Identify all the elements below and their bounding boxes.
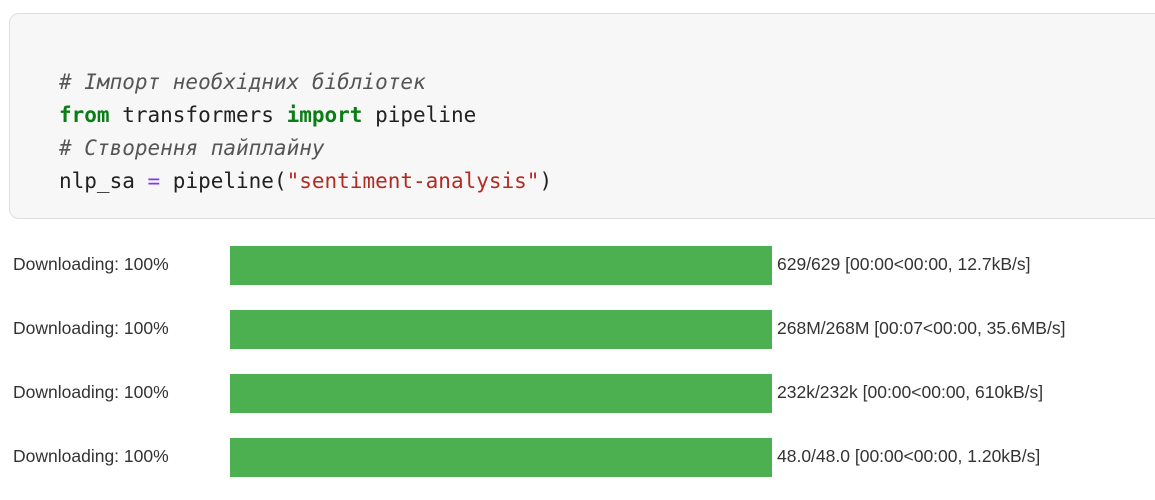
progress-bar-fill (230, 374, 772, 413)
download-status: 629/629 [00:00<00:00, 12.7kB/s] (777, 254, 1031, 274)
code-function-call: pipeline( (172, 169, 287, 193)
code-close-paren: ) (539, 169, 553, 193)
progress-bar (230, 246, 772, 285)
code-module-name: transformers (109, 103, 287, 127)
code-keyword-from: from (59, 103, 110, 127)
progress-bar-fill (230, 310, 772, 349)
code-keyword-import: import (286, 103, 363, 127)
progress-bar-fill (230, 438, 772, 477)
cell-output: Downloading: 100% 629/629 [00:00<00:00, … (13, 244, 1155, 500)
progress-bar-fill (230, 246, 772, 285)
code-import-name: pipeline (362, 103, 477, 127)
download-label: Downloading: 100% (13, 446, 169, 466)
download-label: Downloading: 100% (13, 254, 169, 274)
code-operator: = (134, 169, 173, 193)
code-string-literal: "sentiment-analysis" (286, 169, 540, 193)
download-status: 48.0/48.0 [00:00<00:00, 1.20kB/s] (777, 446, 1041, 466)
download-progress-row: Downloading: 100% 232k/232k [00:00<00:00… (13, 372, 1155, 416)
progress-bar (230, 310, 772, 349)
download-status: 232k/232k [00:00<00:00, 610kB/s] (777, 382, 1044, 402)
download-progress-row: Downloading: 100% 48.0/48.0 [00:00<00:00… (13, 436, 1155, 480)
progress-bar (230, 438, 772, 477)
code-variable: nlp_sa (59, 169, 135, 193)
download-status: 268M/268M [00:07<00:00, 35.6MB/s] (777, 318, 1066, 338)
code-cell[interactable]: # Імпорт необхідних бібліотек from trans… (9, 13, 1155, 219)
code-comment-line: # Імпорт необхідних бібліотек (59, 70, 426, 94)
download-progress-row: Downloading: 100% 629/629 [00:00<00:00, … (13, 244, 1155, 288)
download-label: Downloading: 100% (13, 382, 169, 402)
progress-bar (230, 374, 772, 413)
download-progress-row: Downloading: 100% 268M/268M [00:07<00:00… (13, 308, 1155, 352)
code-comment-line: # Створення пайплайну (59, 136, 325, 160)
code-editor[interactable]: # Імпорт необхідних бібліотек from trans… (59, 66, 552, 198)
download-label: Downloading: 100% (13, 318, 169, 338)
